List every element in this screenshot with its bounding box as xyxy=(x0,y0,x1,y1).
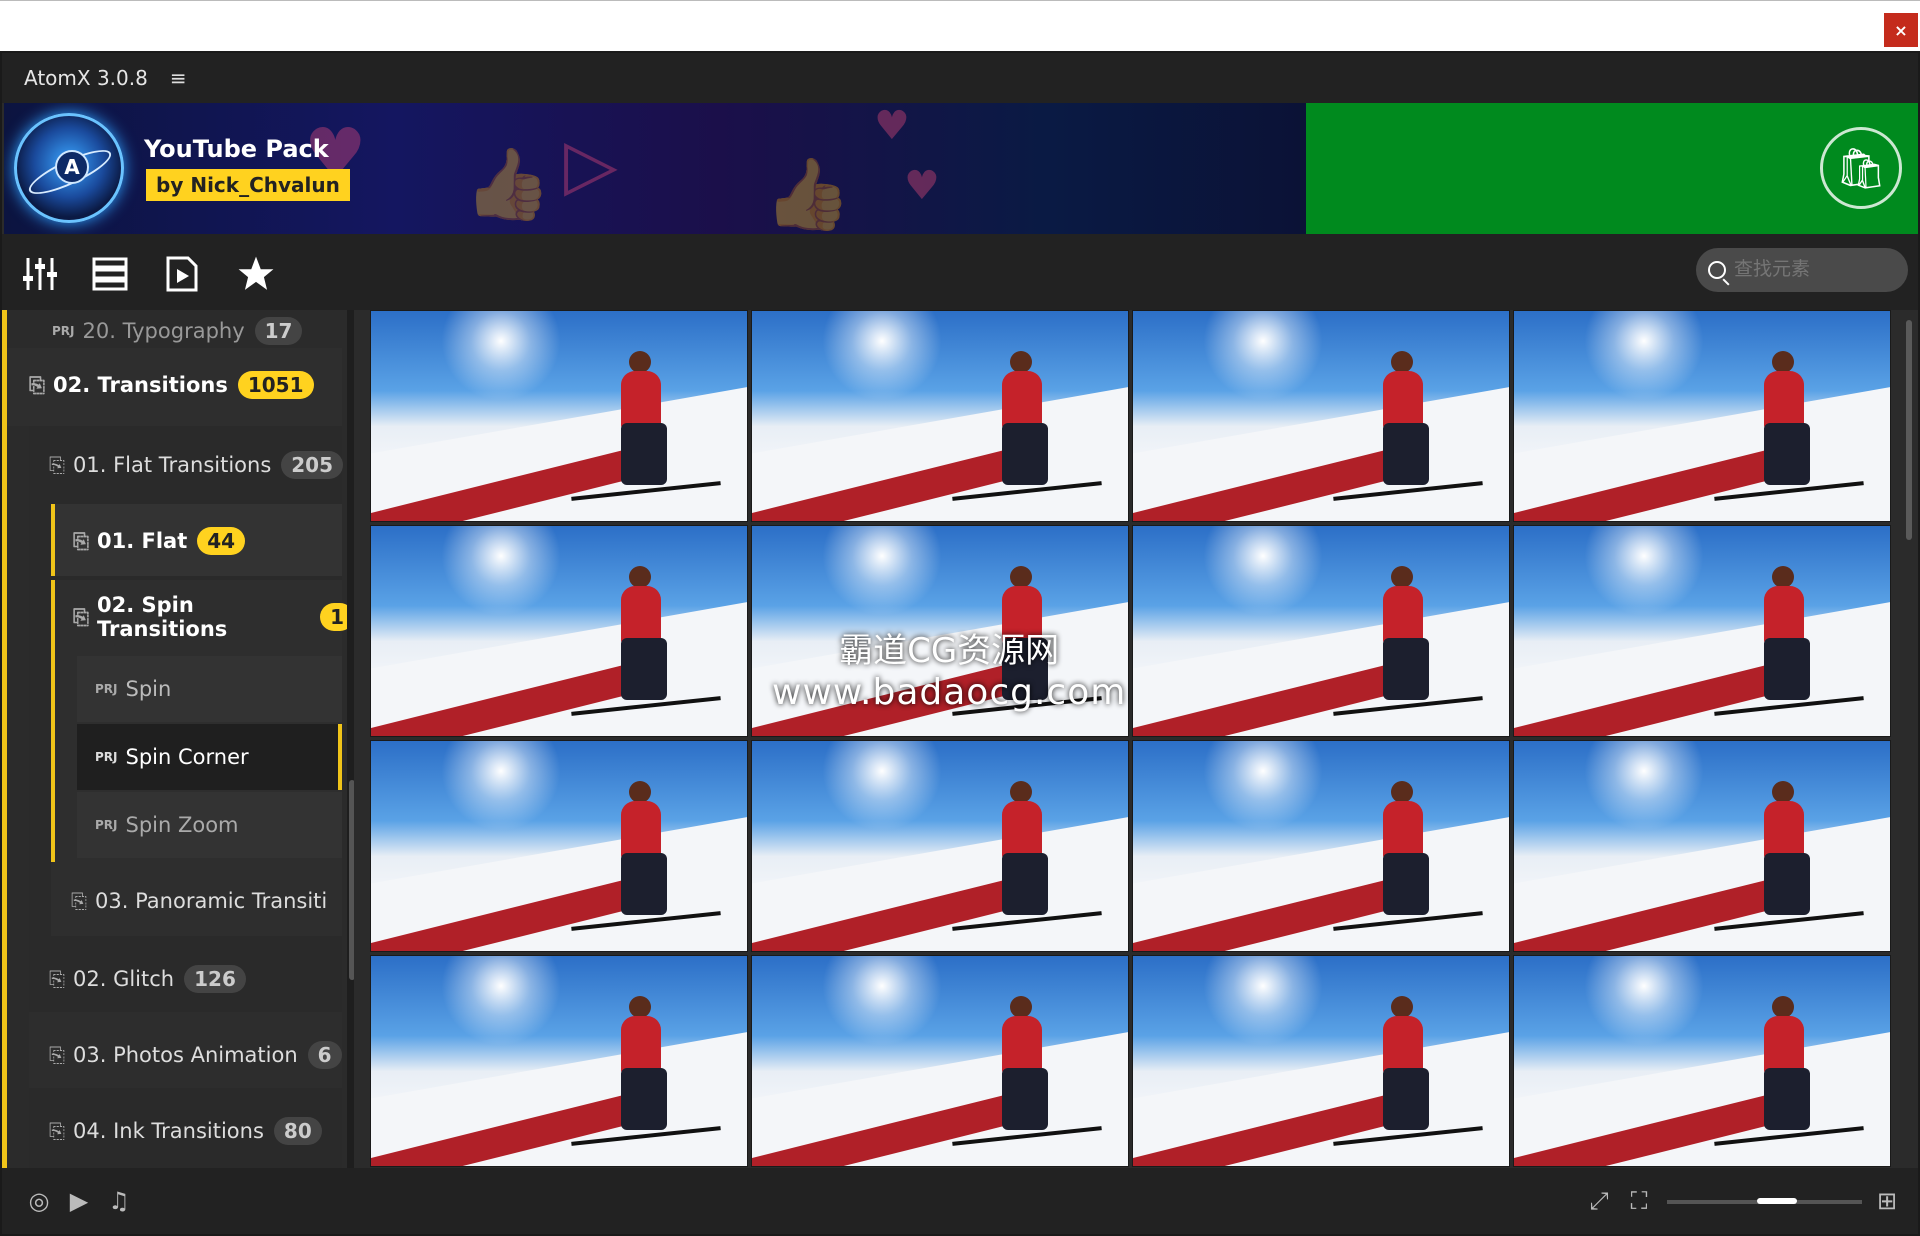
preview-tile[interactable] xyxy=(1513,525,1891,737)
heart-icon: ♥ xyxy=(874,103,910,149)
sidebar-item-photos-animation[interactable]: ⎘ 03. Photos Animation 6 xyxy=(49,1020,342,1090)
search-box[interactable] xyxy=(1696,248,1908,292)
play-icon[interactable]: ▶ xyxy=(64,1186,94,1216)
preview-tile[interactable] xyxy=(1513,955,1891,1167)
title-bar: AtomX 3.0.8 ≡ xyxy=(2,53,1918,103)
watermark: 霸道CG资源网 www.badaocg.com xyxy=(772,623,1126,713)
search-input[interactable] xyxy=(1734,259,1894,281)
shopping-bag-icon[interactable]: 🛍 xyxy=(1820,127,1902,209)
grid-size-icon[interactable]: ⊞ xyxy=(1872,1186,1902,1216)
folder-icon: ⎘ xyxy=(49,1119,65,1143)
watermark-line2: www.badaocg.com xyxy=(772,672,1127,713)
toolbar xyxy=(2,234,1918,310)
pack-title: YouTube Pack xyxy=(144,135,329,163)
sidebar-item-flat[interactable]: ⎘ 01. Flat 44 xyxy=(73,506,246,576)
play-icon: ▷ xyxy=(564,123,618,205)
project-file-icon: PRJ xyxy=(95,682,118,696)
sidebar-item-spin-zoom[interactable]: PRJ Spin Zoom xyxy=(95,790,239,860)
bottom-bar: ◎ ▶ ♫ ⤢ ⛶ ⊞ xyxy=(2,1168,1918,1234)
grid-scrollbar[interactable] xyxy=(1902,310,1916,1168)
sidebar-item-panoramic[interactable]: ⎘ 03. Panoramic Transiti xyxy=(71,866,327,936)
thumbs-up-icon: 👍 xyxy=(764,153,852,234)
project-file-icon: PRJ xyxy=(95,818,118,832)
preview-tile[interactable] xyxy=(1132,955,1510,1167)
menu-icon[interactable]: ≡ xyxy=(170,66,187,90)
expand-icon[interactable]: ⤢ xyxy=(1584,1186,1614,1216)
list-icon[interactable] xyxy=(90,254,130,294)
preview-tile[interactable] xyxy=(370,740,748,952)
project-file-icon: PRJ xyxy=(95,750,118,764)
folder-icon: ⎘ xyxy=(71,889,87,913)
grid-scrollbar-thumb[interactable] xyxy=(1906,320,1912,540)
folder-icon: ⎘ xyxy=(73,605,89,629)
project-file-icon: PRJ xyxy=(52,324,75,338)
sidebar-scrollbar[interactable] xyxy=(347,310,354,1168)
fullscreen-icon[interactable]: ⛶ xyxy=(1624,1186,1654,1216)
folder-icon: ⎘ xyxy=(49,967,65,991)
preview-tile[interactable] xyxy=(1513,310,1891,522)
music-icon[interactable]: ♫ xyxy=(104,1186,134,1216)
category-sidebar: PRJ 20. Typography 17 ⎘ 02. Transitions … xyxy=(2,310,354,1168)
target-icon[interactable]: ◎ xyxy=(24,1186,54,1216)
star-icon[interactable] xyxy=(236,254,276,294)
sliders-icon[interactable] xyxy=(20,254,60,294)
preview-tile[interactable] xyxy=(751,740,1129,952)
thumbs-up-icon: 👍 xyxy=(464,143,552,225)
close-button[interactable]: × xyxy=(1884,13,1918,47)
preview-tile[interactable] xyxy=(751,955,1129,1167)
sidebar-scrollbar-thumb[interactable] xyxy=(349,780,354,980)
sidebar-item-ink-transitions[interactable]: ⎘ 04. Ink Transitions 80 xyxy=(49,1096,322,1166)
folder-icon: ⎘ xyxy=(29,373,45,397)
app-window: AtomX 3.0.8 ≡ ♥ 👍 ▷ 👍 ♥ ♥ A YouTube Pack… xyxy=(0,51,1920,1236)
sidebar-item-spin-corner[interactable]: PRJ Spin Corner xyxy=(95,722,249,792)
preview-tile[interactable] xyxy=(370,955,748,1167)
pack-author: by Nick_Chvalun xyxy=(146,169,350,201)
folder-icon: ⎘ xyxy=(49,453,65,477)
sidebar-item-spin[interactable]: PRJ Spin xyxy=(95,654,171,724)
preview-tile[interactable] xyxy=(370,525,748,737)
pack-banner[interactable]: ♥ 👍 ▷ 👍 ♥ ♥ A YouTube Pack by Nick_Chval… xyxy=(4,103,1306,234)
preview-tile[interactable] xyxy=(1132,310,1510,522)
preview-tile[interactable] xyxy=(751,310,1129,522)
sidebar-item-flat-transitions[interactable]: ⎘ 01. Flat Transitions 205 xyxy=(49,430,344,500)
shop-panel: 🛍 xyxy=(1306,103,1918,234)
sidebar-item-glitch[interactable]: ⎘ 02. Glitch 126 xyxy=(49,944,246,1014)
sidebar-item-transitions[interactable]: ⎘ 02. Transitions 1051 xyxy=(29,350,314,420)
slider-knob[interactable] xyxy=(1757,1198,1797,1204)
preview-tile[interactable] xyxy=(370,310,748,522)
preview-tile[interactable] xyxy=(1132,740,1510,952)
heart-icon: ♥ xyxy=(904,163,940,209)
thumbnail-size-slider[interactable] xyxy=(1667,1198,1862,1204)
atomx-logo: A xyxy=(14,113,124,223)
preview-tile[interactable] xyxy=(1132,525,1510,737)
sidebar-item-spin-transitions[interactable]: ⎘ 02. Spin Transitions 1 xyxy=(73,582,354,652)
preview-grid xyxy=(370,310,1894,1168)
search-icon xyxy=(1708,261,1726,279)
folder-icon: ⎘ xyxy=(73,529,89,553)
video-file-icon[interactable] xyxy=(162,254,202,294)
preview-tile[interactable] xyxy=(1513,740,1891,952)
folder-icon: ⎘ xyxy=(49,1043,65,1067)
window-top-bar: × xyxy=(0,0,1920,51)
app-title: AtomX 3.0.8 xyxy=(24,66,148,90)
watermark-line1: 霸道CG资源网 xyxy=(839,631,1060,671)
